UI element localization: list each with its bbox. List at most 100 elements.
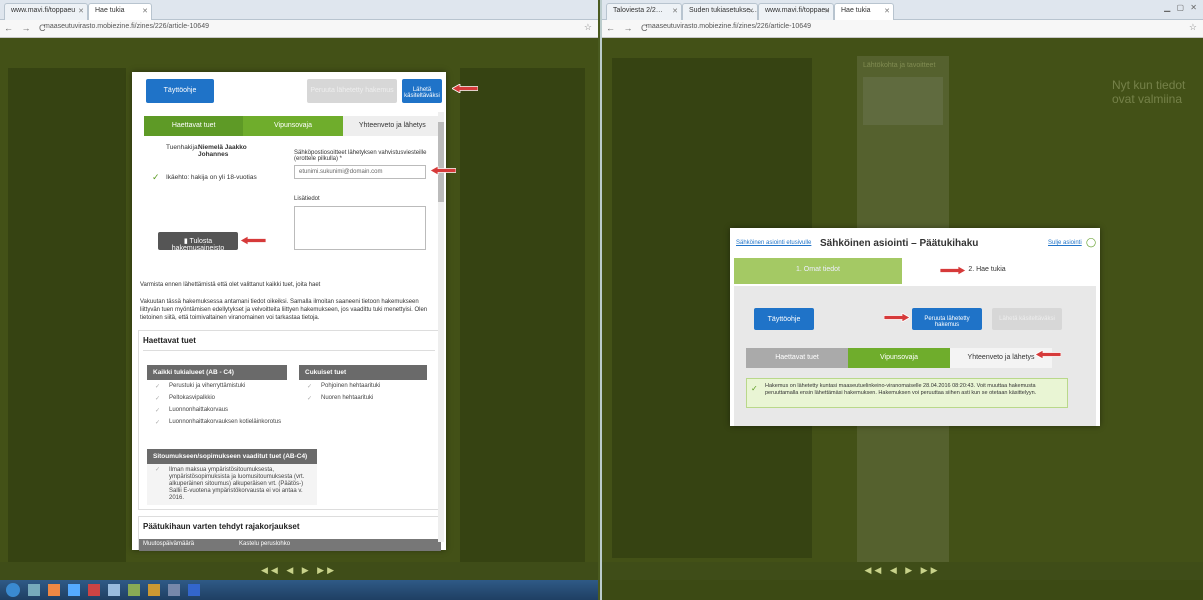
app-icon[interactable] [68, 584, 80, 596]
close-icon[interactable]: ✕ [78, 7, 84, 15]
step-vipunsovaja[interactable]: Vipunsovaja [848, 348, 950, 368]
haettavat-section: Haettavat tuet Kaikki tukialueet (AB - C… [138, 330, 440, 510]
section-title: Haettavat tuet [143, 336, 196, 345]
tab-bar: www.mavi.fi/toppaeu ✕ Hae tukia ✕ [0, 0, 598, 20]
player-controls[interactable]: ◀◀ ◀ ▶ ▶▶ [0, 562, 598, 580]
table-row[interactable]: Ilman maksua ympäristösitoumuksesta, ymp… [147, 464, 317, 505]
substep-indicator: Haettavat tuet Vipunsovaja Yhteenveto ja… [746, 348, 1052, 368]
taskbar-apps [28, 584, 228, 596]
table-row[interactable]: Peltokasvipalkkio [147, 392, 287, 404]
nav-buttons-icon[interactable]: ← → C [4, 23, 49, 33]
red-arrow-icon [240, 236, 266, 245]
red-arrow-icon [884, 313, 910, 322]
table-kaikki: Kaikki tukialueet (AB - C4) Perustuki ja… [147, 365, 287, 428]
close-icon[interactable]: ✕ [672, 7, 678, 15]
app-icon[interactable] [108, 584, 120, 596]
column-header: Kastelu peruslohko [239, 541, 291, 547]
step-indicator: Haettavat tuet Vipunsovaja Yhteenveto ja… [144, 116, 442, 136]
laheta-button[interactable]: Lähetä käsiteltäväksi [402, 79, 442, 103]
info-text: Vakuutan tässä hakemuksessa antamani tie… [140, 299, 428, 321]
scrollbar[interactable] [438, 112, 444, 542]
table-header: Cukuiset tuet [299, 365, 427, 380]
notes-label: Lisätiedot [294, 196, 320, 202]
table-row[interactable]: Perustuki ja viherryttämistuki [147, 380, 287, 392]
tayttoohje-button[interactable]: Täyttöohje [146, 79, 214, 103]
right-browser-window: Taloviesta 2/2… ✕ Suden tukiasetukse… ✕ ww… [600, 0, 1203, 600]
step-omat-tiedot[interactable]: 1. Omat tiedot [734, 258, 902, 284]
window-controls-icon[interactable]: ▁ ▢ ✕ [1164, 3, 1199, 12]
check-circle-icon: ✓ [152, 172, 160, 182]
bottom-bar [602, 580, 1203, 600]
close-icon[interactable]: ✕ [884, 7, 890, 15]
app-icon[interactable] [88, 584, 100, 596]
age-check-text: Ikäehto: hakija on yli 18-vuotias [166, 174, 257, 181]
close-icon[interactable]: ✕ [824, 7, 830, 15]
table-header: Sitoumukseen/sopimukseen vaaditut tuet (… [147, 449, 317, 464]
peruuta-button[interactable]: Peruuta lähetetty hakemus [307, 79, 397, 103]
table-row[interactable]: Nuoren hehtaarituki [299, 392, 427, 404]
exit-link[interactable]: Sulje asiointi [1048, 240, 1082, 246]
left-browser-window: www.mavi.fi/toppaeu ✕ Hae tukia ✕ ← → C ma… [0, 0, 598, 600]
start-button-icon[interactable] [6, 583, 20, 597]
app-icon[interactable] [168, 584, 180, 596]
email-label: Sähköpostiosoitteet lähetyksen vahvistus… [294, 150, 427, 162]
red-arrow-icon [452, 84, 478, 93]
tayttoohje-button[interactable]: Täyttöohje [754, 308, 814, 330]
app-icon[interactable] [188, 584, 200, 596]
player-controls[interactable]: ◀◀ ◀ ▶ ▶▶ [602, 562, 1203, 580]
email-field[interactable]: etunimi.sukunimi@domain.com [294, 165, 426, 179]
table-row[interactable]: Pohjoinen hehtaarituki [299, 380, 427, 392]
tab-taloviesta[interactable]: Taloviesta 2/2… ✕ [606, 3, 682, 20]
table-header: Muutospäivämäärä Kastelu peruslohko [139, 539, 441, 551]
step-yhteenveto[interactable]: Yhteenveto ja lähetys [342, 116, 442, 136]
tab-label: Hae tukia [841, 7, 871, 14]
close-icon[interactable]: ✕ [748, 7, 754, 15]
success-message: ✓ Hakemus on lähetetty kuntasi maaseutue… [746, 378, 1068, 408]
laheta-button[interactable]: Lähetä käsiteltäväksi [992, 308, 1062, 330]
table-row[interactable]: Luonnonhaittakorvauksen kotieläinkorotus [147, 416, 287, 428]
tab-label: Taloviesta 2/2… [613, 7, 663, 14]
app-icon[interactable] [148, 584, 160, 596]
tab-label: Suden tukiasetukse… [689, 7, 758, 14]
app-icon[interactable] [48, 584, 60, 596]
exit-circle-icon[interactable]: ◯ [1086, 237, 1096, 248]
tulosta-button[interactable]: ▮ Tulosta hakemusaineisto [158, 232, 238, 252]
tab-label: Hae tukia [95, 7, 125, 14]
table-sitoumus: Sitoumukseen/sopimukseen vaaditut tuet (… [147, 449, 317, 505]
bookmark-star-icon[interactable]: ☆ [1189, 22, 1197, 33]
step-haettavat[interactable]: Haettavat tuet [746, 348, 848, 368]
scrollbar-thumb[interactable] [438, 122, 444, 202]
tab-bar: Taloviesta 2/2… ✕ Suden tukiasetukse… ✕ ww… [602, 0, 1203, 20]
check-circle-icon: ✓ [751, 384, 758, 393]
step-haettavat[interactable]: Haettavat tuet [144, 116, 244, 136]
nav-buttons-icon[interactable]: ← → C [606, 23, 651, 33]
app-icon[interactable] [28, 584, 40, 596]
peruuta-button[interactable]: Peruuta lähetetty hakemus [912, 308, 982, 330]
notes-textarea[interactable] [294, 206, 426, 250]
red-arrow-icon [940, 266, 966, 275]
table-row[interactable]: Luonnonhaittakorvaus [147, 404, 287, 416]
taskbar [0, 580, 598, 600]
step-vipunsovaja[interactable]: Vipunsovaja [243, 116, 343, 136]
tab-suden[interactable]: Suden tukiasetukse… ✕ [682, 3, 758, 20]
close-icon[interactable]: ✕ [142, 7, 148, 15]
confirm-text: Varmista ennen lähettämistä että olet va… [140, 282, 321, 288]
tab-hae-tukia[interactable]: Hae tukia ✕ [88, 3, 152, 20]
tab-label: www.mavi.fi/toppaeu [765, 7, 830, 14]
tab-mavi[interactable]: www.mavi.fi/toppaeu ✕ [758, 3, 834, 20]
tulosta-label: Tulosta hakemusaineisto [171, 238, 225, 252]
step-hae-tukia[interactable]: 2. Hae tukia [902, 258, 1072, 284]
section-title: Päätukihaun varten tehdyt rajakorjaukset [143, 522, 300, 531]
back-link[interactable]: Sähköinen asiointi etusivulle [736, 240, 811, 246]
red-arrow-icon [430, 166, 456, 175]
app-icon[interactable] [128, 584, 140, 596]
tab-hae-tukia[interactable]: Hae tukia ✕ [834, 3, 894, 20]
address-bar: ← → C maaseutuvirasto.mobiezine.fi/zines… [0, 20, 598, 38]
url-field[interactable]: maaseutuvirasto.mobiezine.fi/zines/226/a… [646, 23, 811, 30]
url-field[interactable]: maaseutuvirasto.mobiezine.fi/zines/226/a… [44, 23, 209, 30]
bookmark-star-icon[interactable]: ☆ [584, 22, 592, 33]
column-header: Muutospäivämäärä [143, 541, 195, 547]
tab-mavi[interactable]: www.mavi.fi/toppaeu ✕ [4, 3, 88, 20]
tab-label: www.mavi.fi/toppaeu [11, 7, 76, 14]
table-header: Kaikki tukialueet (AB - C4) [147, 365, 287, 380]
